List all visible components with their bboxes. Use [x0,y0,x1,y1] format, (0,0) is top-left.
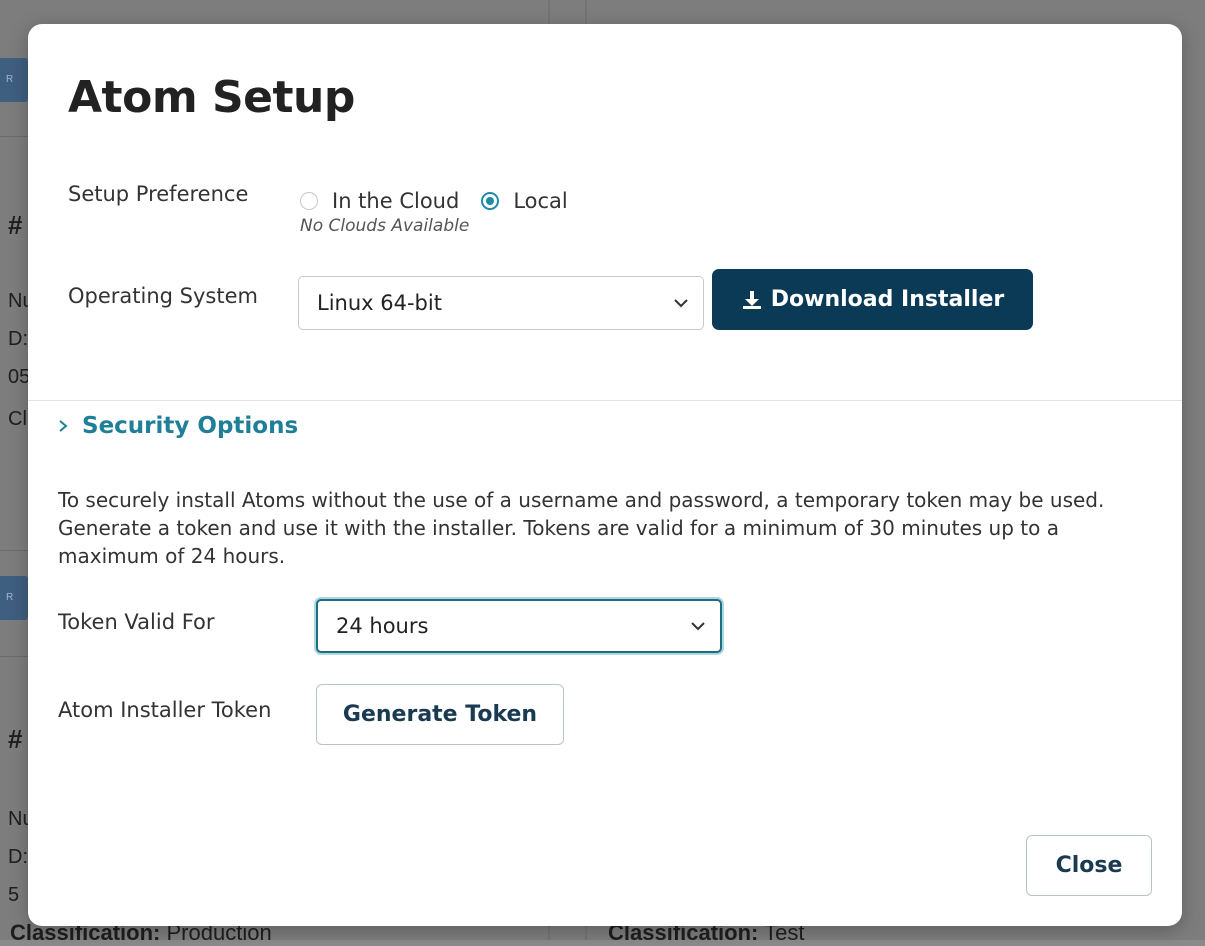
operating-system-value: Linux 64-bit [317,291,442,315]
background-hash-glyph: # [8,724,23,754]
atom-setup-modal: Atom Setup Setup Preference In the Cloud… [28,24,1182,926]
background-chip-text: R [6,592,14,603]
chevron-right-icon [59,420,68,432]
background-fragment: 5 [8,884,20,906]
token-valid-for-select[interactable]: 24 hours [316,599,722,653]
background-line [0,550,28,551]
section-divider [28,400,1182,401]
background-fragment: 05 [8,366,31,388]
background-fragment: Cl [8,408,27,430]
in-the-cloud-radio[interactable] [300,192,318,210]
security-description: To securely install Atoms without the us… [58,488,1105,568]
chevron-down-icon [691,622,705,631]
background-chip: R [0,58,28,102]
background-chip: R [0,576,28,620]
download-installer-button[interactable]: Download Installer [712,269,1033,330]
background-chip-text: R [6,74,14,85]
modal-title: Atom Setup [68,72,355,123]
atom-installer-token-label: Atom Installer Token [58,698,272,722]
security-options-toggle[interactable]: Security Options [58,413,298,439]
security-options-label: Security Options [82,413,299,439]
download-icon [742,290,761,309]
background-line [0,136,28,137]
operating-system-label: Operating System [68,284,258,308]
background-fragment: D: [8,846,28,868]
generate-token-button[interactable]: Generate Token [316,684,564,745]
setup-preference-radio-group: In the Cloud Local [300,186,590,216]
in-the-cloud-label[interactable]: In the Cloud [332,189,459,213]
close-button[interactable]: Close [1026,835,1152,896]
token-valid-for-label: Token Valid For [58,610,215,634]
no-clouds-hint: No Clouds Available [300,216,470,236]
download-installer-label: Download Installer [770,287,1005,312]
chevron-down-icon [674,299,688,308]
local-label[interactable]: Local [513,189,567,213]
setup-preference-label: Setup Preference [68,182,249,206]
background-fragment: D: [8,328,28,350]
local-radio[interactable] [481,192,500,210]
background-hash-glyph: # [8,210,23,240]
token-valid-for-value: 24 hours [336,614,429,638]
background-line [0,656,28,657]
operating-system-select[interactable]: Linux 64-bit [298,276,704,330]
